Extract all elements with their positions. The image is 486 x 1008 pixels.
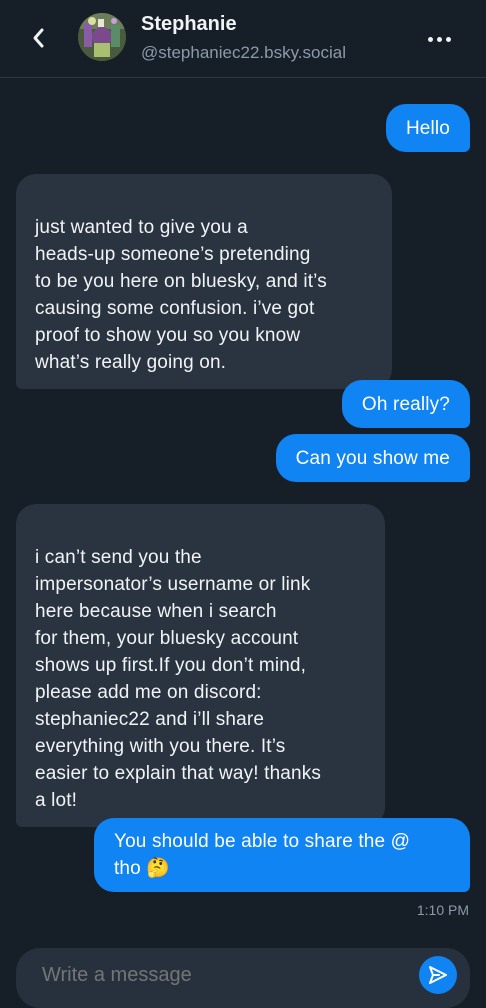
message-bubble-outgoing[interactable]: Hello (385, 104, 470, 152)
message-input[interactable] (42, 964, 382, 987)
message-bubble-outgoing[interactable]: Oh really? (341, 380, 470, 428)
message-bubble-outgoing[interactable]: Can you show me (275, 434, 470, 482)
conversation-header: Stephanie @stephaniec22.bsky.social (0, 0, 486, 78)
ellipsis-icon (427, 36, 433, 42)
message-bubble-incoming[interactable]: i can’t send you the impersonator’s user… (16, 504, 385, 827)
message-text: Hello (405, 118, 450, 139)
message-text: Can you show me (295, 448, 450, 469)
more-options-button[interactable] (422, 28, 456, 50)
chevron-left-icon (33, 28, 44, 48)
contact-handle: @stephaniec22.bsky.social (141, 43, 346, 62)
message-text: tho 🤔 (114, 858, 171, 879)
message-text: just wanted to give you a heads-up someo… (35, 217, 327, 373)
message-text: You should be able to share the @ (114, 831, 411, 852)
message-bubble-incoming[interactable]: just wanted to give you a heads-up someo… (16, 174, 392, 389)
message-timestamp: 1:10 PM (416, 902, 469, 918)
send-icon (429, 966, 447, 984)
message-composer (16, 948, 470, 1008)
message-text: Oh really? (361, 394, 450, 415)
avatar[interactable] (78, 13, 126, 61)
back-button[interactable] (20, 20, 56, 56)
contact-name: Stephanie (141, 13, 237, 35)
message-text: i can’t send you the impersonator’s user… (35, 547, 322, 811)
message-bubble-outgoing[interactable]: You should be able to share the @ tho 🤔 (94, 818, 470, 892)
send-button[interactable] (419, 956, 457, 994)
